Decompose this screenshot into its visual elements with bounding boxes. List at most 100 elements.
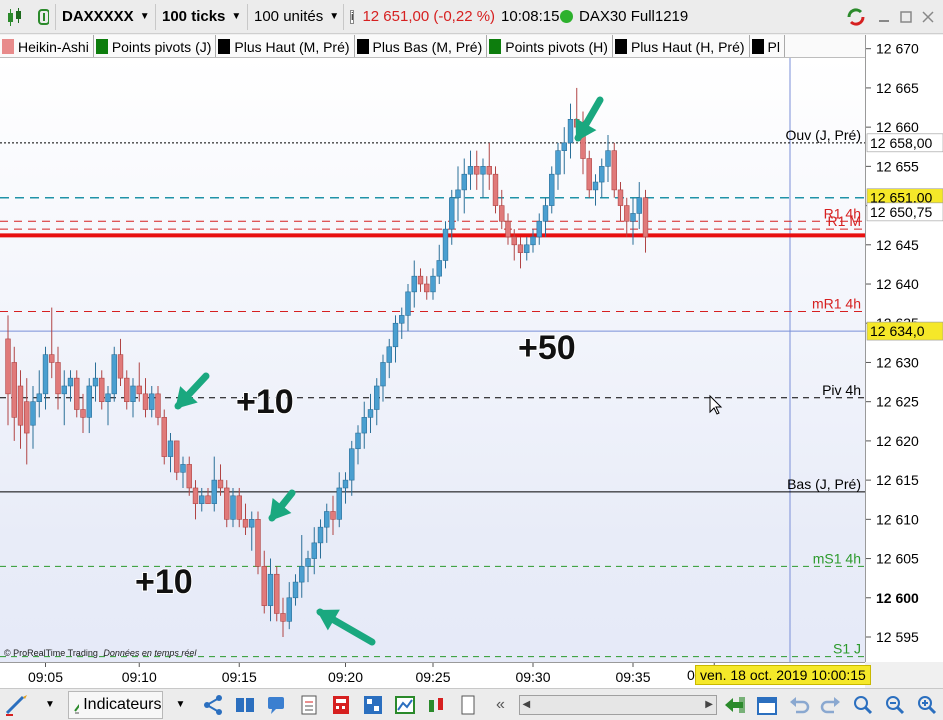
- document-icon[interactable]: [455, 691, 483, 719]
- chart-image-icon[interactable]: [391, 691, 419, 719]
- candle-down: [236, 495, 242, 520]
- chevron-down-icon: ▼: [231, 11, 242, 22]
- candle-up: [386, 346, 392, 363]
- candle-up: [630, 213, 636, 222]
- candle-up: [249, 519, 255, 528]
- indicator-tab[interactable]: Points pivots (J): [94, 35, 217, 57]
- candle-up: [524, 244, 530, 253]
- x-tick-label: 09:05: [28, 669, 63, 685]
- units-select[interactable]: 100 unités ▼: [248, 3, 344, 30]
- arrow-annotation-1: [174, 372, 210, 410]
- data-status: DAX30 Full1219: [554, 4, 714, 30]
- indicator-tab[interactable]: Plus Haut (H, Pré): [613, 35, 750, 57]
- candle-up: [361, 417, 367, 434]
- candle-down: [24, 401, 30, 434]
- candle-down: [499, 205, 505, 222]
- go-to-end-icon[interactable]: [721, 691, 749, 719]
- candle-down: [624, 205, 630, 222]
- report-icon[interactable]: [295, 691, 323, 719]
- share-icon[interactable]: [199, 691, 227, 719]
- maximize-icon[interactable]: [895, 6, 917, 28]
- time-axis[interactable]: 09:0509:1009:1509:2009:2509:3009:3509:40…: [0, 662, 871, 688]
- indicator-label: Plus Bas (M, Pré): [372, 38, 483, 55]
- candle-up: [149, 393, 155, 410]
- price-axis[interactable]: 12 67012 66512 66012 65512 65012 64512 6…: [865, 35, 943, 662]
- candle-up: [530, 236, 536, 246]
- chevron-down-icon: ▼: [139, 11, 150, 22]
- chevron-down-icon[interactable]: ▼: [167, 691, 195, 719]
- indicator-tab[interactable]: Heikin-Ashi: [0, 35, 94, 57]
- indicator-tab[interactable]: Plus Haut (M, Pré): [216, 35, 355, 57]
- candle-up: [480, 166, 486, 175]
- scroll-left-icon[interactable]: ◀: [523, 699, 531, 710]
- candle-up: [467, 166, 474, 175]
- candle-up: [536, 220, 542, 238]
- realtime-text: Données en temps réel: [103, 648, 197, 658]
- candle-up: [199, 495, 205, 504]
- zoom-in-icon[interactable]: [913, 691, 941, 719]
- candle-down: [117, 354, 124, 379]
- y-tick-label: 12 665: [876, 80, 919, 96]
- candle-up: [292, 581, 299, 599]
- candle-down: [5, 338, 11, 395]
- undo-icon[interactable]: [785, 691, 813, 719]
- info-icon[interactable]: i: [350, 9, 355, 24]
- link-icon[interactable]: [30, 3, 56, 30]
- bottom-toolbar: ▼ Indicateurs ▼ « ◀ ▶: [0, 688, 943, 720]
- candle-down: [174, 440, 180, 473]
- ticks-select[interactable]: 100 ticks ▼: [156, 3, 248, 30]
- calculator-icon[interactable]: [327, 691, 355, 719]
- indicator-label: Pl: [767, 38, 780, 55]
- candle-up: [286, 597, 292, 622]
- ticks-label: 100 ticks: [162, 8, 226, 25]
- scroll-right-icon[interactable]: ▶: [705, 699, 713, 710]
- candle-down: [261, 566, 267, 606]
- minimize-icon[interactable]: [873, 6, 895, 28]
- candle-up: [42, 354, 49, 395]
- redo-icon[interactable]: [817, 691, 845, 719]
- indicator-curve-icon: [74, 703, 80, 713]
- candle-up: [92, 377, 99, 387]
- scroll-left-double-icon[interactable]: «: [487, 691, 515, 719]
- y-tick-label: 12 640: [876, 276, 919, 292]
- time-scrollbar[interactable]: ◀ ▶: [518, 694, 717, 715]
- chat-icon[interactable]: [263, 691, 291, 719]
- x-tick-label: 09:35: [615, 669, 650, 685]
- candle-down: [242, 519, 249, 528]
- units-label: 100 unités: [254, 8, 324, 25]
- screens-icon[interactable]: [231, 691, 259, 719]
- candlestick-icon[interactable]: [0, 4, 30, 30]
- zoom-out-icon[interactable]: [881, 691, 909, 719]
- candle-up: [436, 260, 442, 277]
- candle-up: [399, 315, 405, 324]
- chart-plot-area[interactable]: Ouv (J, Pré) R1 4h R1 MmR1 4h Piv 4h Bas (J,…: [0, 58, 865, 662]
- symbol-select[interactable]: DAXXXXX ▼: [56, 3, 156, 30]
- candle-down: [205, 495, 211, 504]
- calendar-icon[interactable]: [753, 691, 781, 719]
- candle-down: [224, 487, 230, 520]
- candle-down: [517, 244, 524, 253]
- indicator-tab[interactable]: Points pivots (H): [487, 35, 613, 57]
- candle-up: [455, 189, 461, 199]
- last-price: 12 651,00 (-0,22 %): [362, 8, 496, 25]
- chevron-down-icon[interactable]: ▼: [36, 691, 64, 719]
- screener-icon[interactable]: [359, 691, 387, 719]
- x-tick-label: 09:30: [515, 669, 550, 685]
- y-tick-label: 12 620: [876, 433, 919, 449]
- trading-icon[interactable]: [423, 691, 451, 719]
- indicator-tab[interactable]: Pl: [750, 35, 785, 57]
- candle-down: [611, 150, 617, 191]
- brand-text: © ProRealTime Trading: [4, 648, 98, 658]
- candle-up: [349, 448, 355, 481]
- indicators-button[interactable]: Indicateurs: [68, 690, 163, 719]
- y-tick-label: 12 605: [876, 551, 919, 567]
- indicator-tab[interactable]: Plus Bas (M, Pré): [355, 35, 488, 57]
- refresh-icon[interactable]: [845, 6, 867, 28]
- candle-down: [80, 409, 86, 418]
- candle-up: [30, 401, 36, 426]
- zoom-fit-icon[interactable]: [849, 691, 877, 719]
- draw-pencil-icon[interactable]: [2, 691, 32, 719]
- price-chart[interactable]: Ouv (J, Pré)R1 4hR1 MmR1 4hPiv 4hBas (J,…: [0, 58, 865, 662]
- candle-up: [336, 487, 342, 520]
- close-icon[interactable]: [917, 6, 939, 28]
